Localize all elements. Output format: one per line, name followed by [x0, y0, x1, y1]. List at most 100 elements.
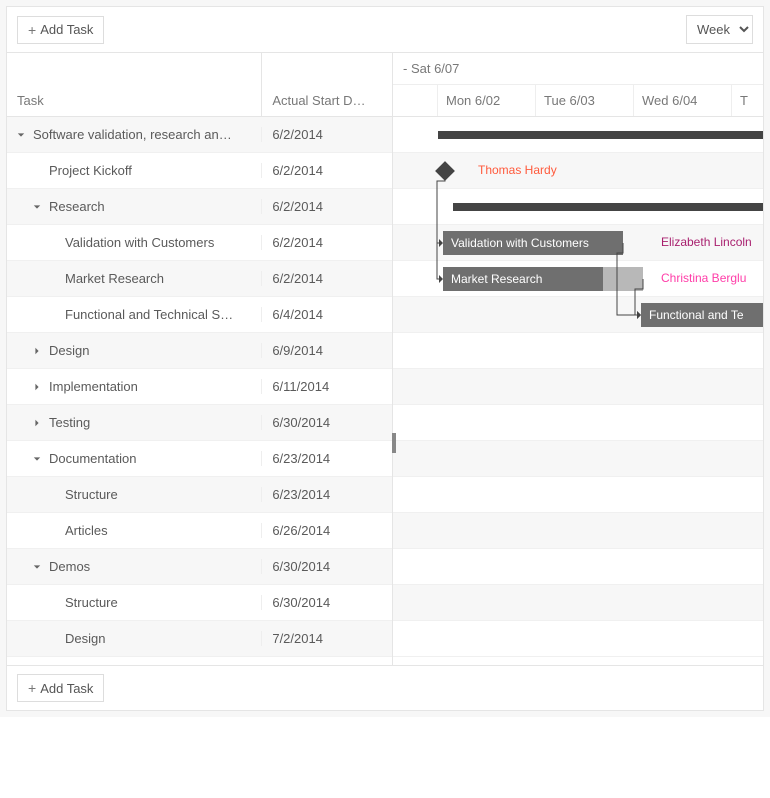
- expand-icon[interactable]: [33, 347, 45, 355]
- task-date-cell: 6/2/2014: [262, 271, 392, 286]
- timeline-row: [393, 405, 763, 441]
- task-name-cell: Design: [7, 343, 262, 358]
- timeline-row: [393, 333, 763, 369]
- timeline-row: [393, 189, 763, 225]
- task-date-cell: 7/2/2014: [262, 631, 392, 646]
- timeline-row: [393, 369, 763, 405]
- task-name-cell: Market Research: [7, 271, 262, 286]
- add-task-label: Add Task: [40, 22, 93, 37]
- task-name-label: Structure: [65, 487, 118, 502]
- gantt-body: Task Actual Start D… Software validation…: [7, 53, 763, 665]
- task-name-label: Project Kickoff: [49, 163, 132, 178]
- task-date-cell: 6/2/2014: [262, 199, 392, 214]
- add-task-button-footer[interactable]: + Add Task: [17, 674, 104, 702]
- assignee-label: Christina Berglu: [661, 271, 746, 285]
- day-header-cell: T: [732, 85, 763, 116]
- task-name-cell: Project Kickoff: [7, 163, 262, 178]
- collapse-icon[interactable]: [33, 563, 45, 571]
- task-name-cell: Design: [7, 631, 262, 646]
- gantt-container: + Add Task Week Task Actual Start D… Sof…: [0, 0, 770, 717]
- task-name-label: Testing: [49, 415, 90, 430]
- grid-rows: Software validation, research an… 6/2/201…: [7, 117, 392, 665]
- column-header-start-date[interactable]: Actual Start D…: [262, 53, 392, 116]
- timeline-row: [393, 441, 763, 477]
- table-row[interactable]: Project Kickoff 6/2/2014: [7, 153, 392, 189]
- grid-header: Task Actual Start D…: [7, 53, 392, 117]
- summary-bar[interactable]: [438, 131, 763, 139]
- task-date-cell: 6/4/2014: [262, 307, 392, 322]
- table-row[interactable]: Functional and Technical S… 6/4/2014: [7, 297, 392, 333]
- task-bar-label: Validation with Customers: [451, 236, 589, 250]
- task-name-label: Validation with Customers: [65, 235, 214, 250]
- timeline-header: - Sat 6/07 Mon 6/02Tue 6/03Wed 6/04T: [393, 53, 763, 117]
- table-row[interactable]: Testing 6/30/2014: [7, 405, 392, 441]
- timeline-row: [393, 117, 763, 153]
- add-task-button[interactable]: + Add Task: [17, 16, 104, 44]
- splitter-handle[interactable]: [392, 433, 396, 453]
- task-bar-label: Functional and Te: [649, 308, 744, 322]
- task-name-cell: Structure: [7, 487, 262, 502]
- table-row[interactable]: Research 6/2/2014: [7, 189, 392, 225]
- plus-icon: +: [28, 22, 36, 38]
- task-date-cell: 6/26/2014: [262, 523, 392, 538]
- add-task-label-footer: Add Task: [40, 681, 93, 696]
- plus-icon: +: [28, 680, 36, 696]
- toolbar-bottom: + Add Task: [7, 665, 763, 710]
- task-bar[interactable]: Functional and Te: [641, 303, 763, 327]
- timeline-range-label: - Sat 6/07: [393, 53, 763, 85]
- timeline-row: Market Research Christina Berglu: [393, 261, 763, 297]
- toolbar-top: + Add Task Week: [7, 7, 763, 53]
- task-name-label: Articles: [65, 523, 108, 538]
- assignee-label: Elizabeth Lincoln: [661, 235, 752, 249]
- task-date-cell: 6/23/2014: [262, 451, 392, 466]
- task-name-label: Design: [65, 631, 105, 646]
- task-name-label: Functional and Technical S…: [65, 307, 233, 322]
- task-bar-label: Market Research: [451, 272, 542, 286]
- expand-icon[interactable]: [33, 383, 45, 391]
- milestone-diamond[interactable]: [435, 161, 455, 181]
- day-header-cell: Mon 6/02: [438, 85, 536, 116]
- table-row[interactable]: Structure 6/30/2014: [7, 585, 392, 621]
- expand-icon[interactable]: [33, 419, 45, 427]
- task-name-label: Software validation, research an…: [33, 127, 232, 142]
- summary-bar[interactable]: [453, 203, 763, 211]
- view-range-select[interactable]: Week: [686, 15, 753, 44]
- table-row[interactable]: Validation with Customers6/2/2014: [7, 225, 392, 261]
- task-date-cell: 6/2/2014: [262, 163, 392, 178]
- task-name-cell: Research: [7, 199, 262, 214]
- task-bar[interactable]: Market Research: [443, 267, 603, 291]
- timeline-pane: - Sat 6/07 Mon 6/02Tue 6/03Wed 6/04T Tho…: [393, 53, 763, 665]
- task-date-cell: 6/30/2014: [262, 559, 392, 574]
- collapse-icon[interactable]: [33, 203, 45, 211]
- task-name-label: Structure: [65, 595, 118, 610]
- timeline-row: Validation with Customers Elizabeth Linco…: [393, 225, 763, 261]
- task-name-cell: Testing: [7, 415, 262, 430]
- task-bar[interactable]: Validation with Customers: [443, 231, 623, 255]
- task-name-cell: Validation with Customers: [7, 235, 262, 250]
- task-date-cell: 6/30/2014: [262, 415, 392, 430]
- timeline-row: [393, 621, 763, 657]
- table-row[interactable]: Structure 6/23/2014: [7, 477, 392, 513]
- table-row[interactable]: Design6/9/2014: [7, 333, 392, 369]
- table-row[interactable]: Documentation6/23/2014: [7, 441, 392, 477]
- column-header-task[interactable]: Task: [7, 53, 262, 116]
- task-date-cell: 6/23/2014: [262, 487, 392, 502]
- table-row[interactable]: Demos 6/30/2014: [7, 549, 392, 585]
- collapse-icon[interactable]: [17, 131, 29, 139]
- grid-pane: Task Actual Start D… Software validation…: [7, 53, 393, 665]
- task-date-cell: 6/30/2014: [262, 595, 392, 610]
- task-name-cell: Functional and Technical S…: [7, 307, 262, 322]
- timeline-row: [393, 477, 763, 513]
- table-row[interactable]: Market Research6/2/2014: [7, 261, 392, 297]
- table-row[interactable]: Software validation, research an…6/2/201…: [7, 117, 392, 153]
- collapse-icon[interactable]: [33, 455, 45, 463]
- table-row[interactable]: Implementation6/11/2014: [7, 369, 392, 405]
- timeline-row: [393, 513, 763, 549]
- task-name-label: Research: [49, 199, 105, 214]
- task-name-label: Demos: [49, 559, 90, 574]
- table-row[interactable]: Design 7/2/2014: [7, 621, 392, 657]
- task-name-cell: Documentation: [7, 451, 262, 466]
- task-bar-remaining: [603, 267, 643, 291]
- timeline-row: [393, 549, 763, 585]
- table-row[interactable]: Articles 6/26/2014: [7, 513, 392, 549]
